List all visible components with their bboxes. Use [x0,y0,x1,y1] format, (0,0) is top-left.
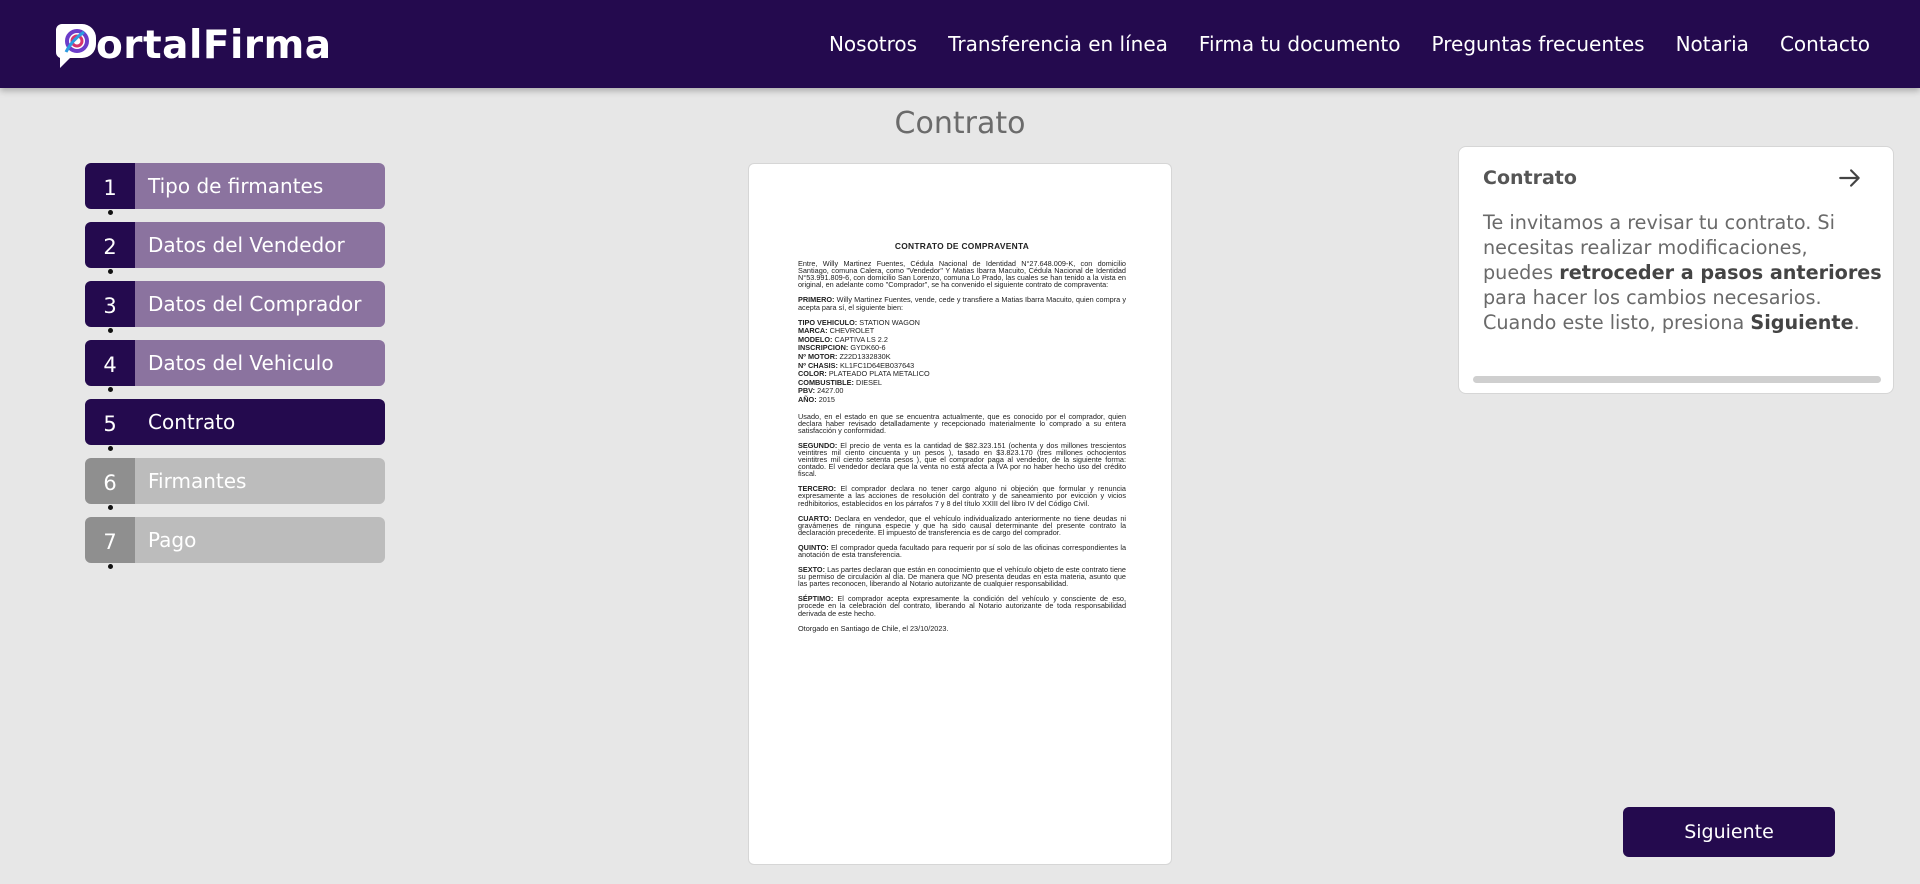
arrow-right-icon[interactable] [1837,165,1863,191]
step-datos-del-vendedor[interactable]: 2 Datos del Vendedor [85,222,385,274]
step-number: 2 [85,222,135,268]
step-label: Datos del Comprador [135,281,385,327]
step-datos-del-comprador[interactable]: 3 Datos del Comprador [85,281,385,333]
clause-tercero: TERCERO: El comprador declara no tener c… [798,484,1126,508]
clause-text: Las partes declaran que están en conocim… [798,565,1126,589]
nav-notaria[interactable]: Notaria [1676,32,1749,56]
page-title: Contrato [894,106,1026,141]
step-connector-dot [108,446,113,451]
clause-text: Willy Martinez Fuentes, vende, cede y tr… [798,295,1126,312]
clause-quinto: QUINTO: El comprador queda facultado par… [798,544,1126,558]
contract-closing: Otorgado en Santiago de Chile, el 23/10/… [798,623,949,633]
main-nav: Nosotros Transferencia en línea Firma tu… [798,0,1870,88]
card-body: Te invitamos a revisar tu contrato. Si n… [1483,210,1883,335]
nav-firma-tu-documento[interactable]: Firma tu documento [1199,32,1401,56]
step-number: 6 [85,458,135,504]
logo-text: ortalFirma [96,22,332,68]
step-pago: 7 Pago [85,517,385,569]
step-contrato[interactable]: 5 Contrato [85,399,385,451]
contract-title: CONTRATO DE COMPRAVENTA [894,241,1030,251]
nav-contacto[interactable]: Contacto [1780,32,1870,56]
step-firmantes: 6 Firmantes [85,458,385,510]
nav-preguntas-frecuentes[interactable]: Preguntas frecuentes [1432,32,1645,56]
step-number: 3 [85,281,135,327]
nav-transferencia-en-linea[interactable]: Transferencia en línea [948,32,1168,56]
clause-segundo: SEGUNDO: El precio de venta es la cantid… [798,440,1126,479]
card-text: para hacer los cambios necesarios. [1483,286,1822,309]
vehicle-details: TIPO VEHICULO: STATION WAGON MARCA: CHEV… [798,318,1126,405]
step-datos-del-vehiculo[interactable]: 4 Datos del Vehiculo [85,340,385,392]
card-text: . [1853,311,1860,334]
contract-text: CONTRATO DE COMPRAVENTA Entre, Willy Mar… [798,241,1127,640]
card-text-bold: retroceder a pasos anteriores [1559,261,1882,284]
clause-septimo: SÉPTIMO: El comprador acepta expresament… [798,594,1127,618]
step-number: 7 [85,517,135,563]
top-navbar: ortalFirma Nosotros Transferencia en lín… [0,0,1920,88]
card-text: Cuando este listo, presiona [1483,311,1751,334]
nav-nosotros[interactable]: Nosotros [829,32,917,56]
clause-text: El comprador queda facultado para requer… [798,542,1127,559]
contract-usado: Usado, en el estado en que se encuentra … [798,411,1126,435]
step-tipo-de-firmantes[interactable]: 1 Tipo de firmantes [85,163,385,215]
contract-preview[interactable]: CONTRATO DE COMPRAVENTA Entre, Willy Mar… [748,163,1172,865]
step-label: Firmantes [135,458,385,504]
step-connector-dot [108,564,113,569]
card-text-bold: Siguiente [1750,311,1854,334]
clause-text: Declara en vendedor, que el vehículo ind… [798,513,1126,537]
step-connector-dot [108,328,113,333]
step-label: Contrato [135,399,385,445]
card-title: Contrato [1483,167,1577,189]
clause-text: El precio de venta es la cantidad de $82… [798,440,1126,479]
contract-intro: Entre, Willy Martinez Fuentes, Cédula Na… [798,259,1126,290]
next-button[interactable]: Siguiente [1623,807,1835,857]
vehicle-value: 2015 [818,395,835,404]
vehicle-row: AÑO: 2015 [798,395,1126,405]
clause-text: El comprador acepta expresamente la cond… [798,594,1127,618]
vehicle-value: DIESEL [855,377,882,387]
step-label: Tipo de firmantes [135,163,385,209]
step-label: Datos del Vendedor [135,222,385,268]
stepper: 1 Tipo de firmantes 2 Datos del Vendedor… [85,163,385,576]
vehicle-key: AÑO: [798,395,817,404]
clause-sexto: SEXTO: Las partes declaran que están en … [798,565,1126,589]
step-connector-dot [108,269,113,274]
step-number: 5 [85,399,135,445]
vehicle-row: PBV: 2427.00 [798,387,1126,396]
step-number: 4 [85,340,135,386]
step-label: Datos del Vehiculo [135,340,385,386]
card-scrollbar[interactable] [1473,376,1881,383]
info-card: Contrato Te invitamos a revisar tu contr… [1458,146,1894,394]
step-connector-dot [108,505,113,510]
vehicle-row: COMBUSTIBLE: DIESEL [798,377,1126,388]
logo-mark-icon [55,24,96,68]
step-connector-dot [108,387,113,392]
step-connector-dot [108,210,113,215]
clause-primero: PRIMERO: Willy Martinez Fuentes, vende, … [798,296,1126,310]
clause-cuarto: CUARTO: Declara en vendedor, que el vehí… [798,513,1126,537]
portalfirma-logo[interactable]: ortalFirma [52,18,332,70]
step-label: Pago [135,517,385,563]
clause-text: El comprador declara no tener cargo algu… [798,484,1126,508]
step-number: 1 [85,163,135,209]
